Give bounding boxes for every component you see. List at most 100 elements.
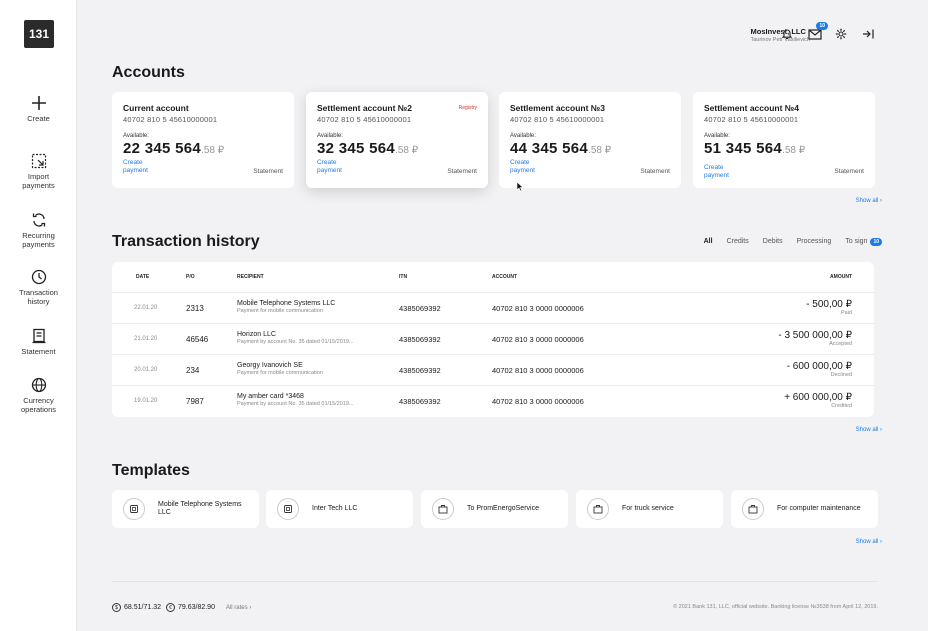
table-row[interactable]: 22.01.20 2313 Mobile Telephone Systems L… <box>112 292 874 323</box>
templates-title: Templates <box>112 462 190 479</box>
available-label: Available: <box>704 133 730 139</box>
column-header-itn: ITN <box>399 274 408 280</box>
account-number: 40702 810 5 45610000001 <box>123 115 218 124</box>
usd-rate: $68.51/71.32 <box>112 603 161 612</box>
template-card[interactable]: For truck service <box>576 490 723 528</box>
available-amount: 22 345 564.58 ₽ <box>123 140 225 157</box>
account-number: 40702 810 5 45610000001 <box>704 115 799 124</box>
account-card[interactable]: Settlement account №4 40702 810 5 456100… <box>693 92 875 188</box>
account-title: Settlement account №2 <box>317 103 412 113</box>
messages-button[interactable]: 10 <box>808 22 828 45</box>
sidebar-item-recurring-payments[interactable]: Recurring payments <box>0 212 77 249</box>
sidebar-item-create[interactable]: Create <box>0 95 77 123</box>
statement-link[interactable]: Statement <box>253 168 283 175</box>
plus-icon <box>31 96 46 110</box>
history-show-all-link[interactable]: Show all › <box>856 427 882 433</box>
templates-show-all-link[interactable]: Show all › <box>856 539 882 545</box>
exchange-rates: $68.51/71.32 €79.63/82.90 All rates › <box>112 603 251 612</box>
logout-button[interactable] <box>862 27 875 45</box>
column-header-account: ACCOUNT <box>492 274 517 280</box>
template-card[interactable]: To PromEnergoService <box>421 490 568 528</box>
sidebar-item-import-payments[interactable]: Import payments <box>0 153 77 190</box>
main-content: MosInvest, LLC Taurinov Petr Vasilievich… <box>77 0 928 631</box>
eur-rate: €79.63/82.90 <box>165 603 215 612</box>
template-label: To PromEnergoService <box>467 504 539 512</box>
briefcase-icon <box>742 498 764 520</box>
column-header-date: DATE <box>136 274 150 280</box>
row-account: 40702 810 3 0000 0000006 <box>492 397 584 406</box>
accounts-show-all-link[interactable]: Show all › <box>856 198 882 204</box>
template-card[interactable]: For computer maintenance <box>731 490 878 528</box>
transaction-history-title: Transaction history <box>112 233 260 250</box>
all-rates-link[interactable]: All rates › <box>226 605 251 611</box>
account-card[interactable]: Current account 40702 810 5 45610000001 … <box>112 92 294 188</box>
account-number: 40702 810 5 45610000001 <box>317 115 412 124</box>
row-po: 234 <box>186 366 200 375</box>
column-header-recipient: RECIPIENT <box>237 274 264 280</box>
gear-icon <box>835 28 847 40</box>
available-label: Available: <box>123 133 149 139</box>
row-recipient: Mobile Telephone Systems LLC Payment for … <box>237 300 336 314</box>
sidebar-item-label: Import payments <box>22 172 55 190</box>
filter-processing[interactable]: Processing <box>797 238 832 245</box>
transactions-table: DATE P/O RECIPIENT ITN ACCOUNT AMOUNT 22… <box>112 262 874 417</box>
mouse-cursor-icon <box>516 181 524 192</box>
template-card[interactable]: Inter Tech LLC <box>266 490 413 528</box>
available-amount: 32 345 564.58 ₽ <box>317 140 419 157</box>
account-number: 40702 810 5 45610000001 <box>510 115 605 124</box>
mail-badge: 10 <box>816 22 828 30</box>
sidebar-item-label: Recurring payments <box>22 231 55 249</box>
create-payment-link[interactable]: Create payment <box>510 159 555 175</box>
notifications-button[interactable] <box>781 27 793 45</box>
settings-button[interactable] <box>835 27 847 45</box>
footer-divider <box>112 581 878 582</box>
row-amount: - 3 500 000,00 ₽ Accepted <box>778 330 852 347</box>
briefcase-icon <box>432 498 454 520</box>
statement-icon <box>32 328 45 344</box>
available-label: Available: <box>510 133 536 139</box>
row-itn: 4385069392 <box>399 304 441 313</box>
create-payment-link[interactable]: Create payment <box>123 159 168 175</box>
table-row[interactable]: 21.01.20 46546 Horizon LLC Payment by acc… <box>112 323 874 354</box>
row-account: 40702 810 3 0000 0000006 <box>492 366 584 375</box>
euro-icon: € <box>165 603 175 612</box>
accounts-title: Accounts <box>112 64 185 81</box>
sidebar-item-transaction-history[interactable]: Transaction history <box>0 269 77 306</box>
sidebar-item-label: Transaction history <box>19 288 58 306</box>
statement-link[interactable]: Statement <box>447 168 477 175</box>
bank-logo[interactable]: 131 <box>24 20 54 48</box>
sidebar: 131 Create Import payments Recurring pay… <box>0 0 77 631</box>
filter-all[interactable]: All <box>704 238 713 245</box>
table-row[interactable]: 19.01.20 7987 My amber card *3468 Payment… <box>112 385 874 416</box>
template-card[interactable]: Mobile Telephone Systems LLC <box>112 490 259 528</box>
table-row[interactable]: 20.01.20 234 Georgy Ivanovich SE Payment … <box>112 354 874 385</box>
sidebar-item-label: Statement <box>21 347 56 356</box>
column-header-amount: AMOUNT <box>830 274 852 280</box>
row-itn: 4385069392 <box>399 335 441 344</box>
account-card[interactable]: Settlement account №3 40702 810 5 456100… <box>499 92 681 188</box>
filter-credits[interactable]: Credits <box>727 238 749 245</box>
statement-link[interactable]: Statement <box>834 168 864 175</box>
create-payment-link[interactable]: Create payment <box>317 159 362 175</box>
account-card[interactable]: Registry Settlement account №2 40702 810… <box>306 92 488 188</box>
row-account: 40702 810 3 0000 0000006 <box>492 335 584 344</box>
template-label: For truck service <box>622 504 674 512</box>
row-itn: 4385069392 <box>399 366 441 375</box>
statement-link[interactable]: Statement <box>640 168 670 175</box>
sidebar-item-currency-operations[interactable]: Currency operations <box>0 377 77 414</box>
registry-badge[interactable]: Registry <box>459 105 477 111</box>
dollar-icon: $ <box>112 603 121 612</box>
create-payment-link[interactable]: Create payment <box>704 164 749 180</box>
history-filters: All Credits Debits Processing To sign 10 <box>704 238 882 246</box>
available-amount: 44 345 564.58 ₽ <box>510 140 612 157</box>
filter-to-sign[interactable]: To sign 10 <box>845 238 882 246</box>
filter-debits[interactable]: Debits <box>763 238 783 245</box>
row-account: 40702 810 3 0000 0000006 <box>492 304 584 313</box>
row-date: 20.01.20 <box>134 367 158 373</box>
row-recipient: Georgy Ivanovich SE Payment for mobile co… <box>237 362 323 376</box>
briefcase-icon <box>587 498 609 520</box>
phone-icon <box>277 498 299 520</box>
sidebar-item-statement[interactable]: Statement <box>0 328 77 356</box>
row-amount: - 600 000,00 ₽ Declined <box>786 361 852 378</box>
account-title: Current account <box>123 103 189 113</box>
